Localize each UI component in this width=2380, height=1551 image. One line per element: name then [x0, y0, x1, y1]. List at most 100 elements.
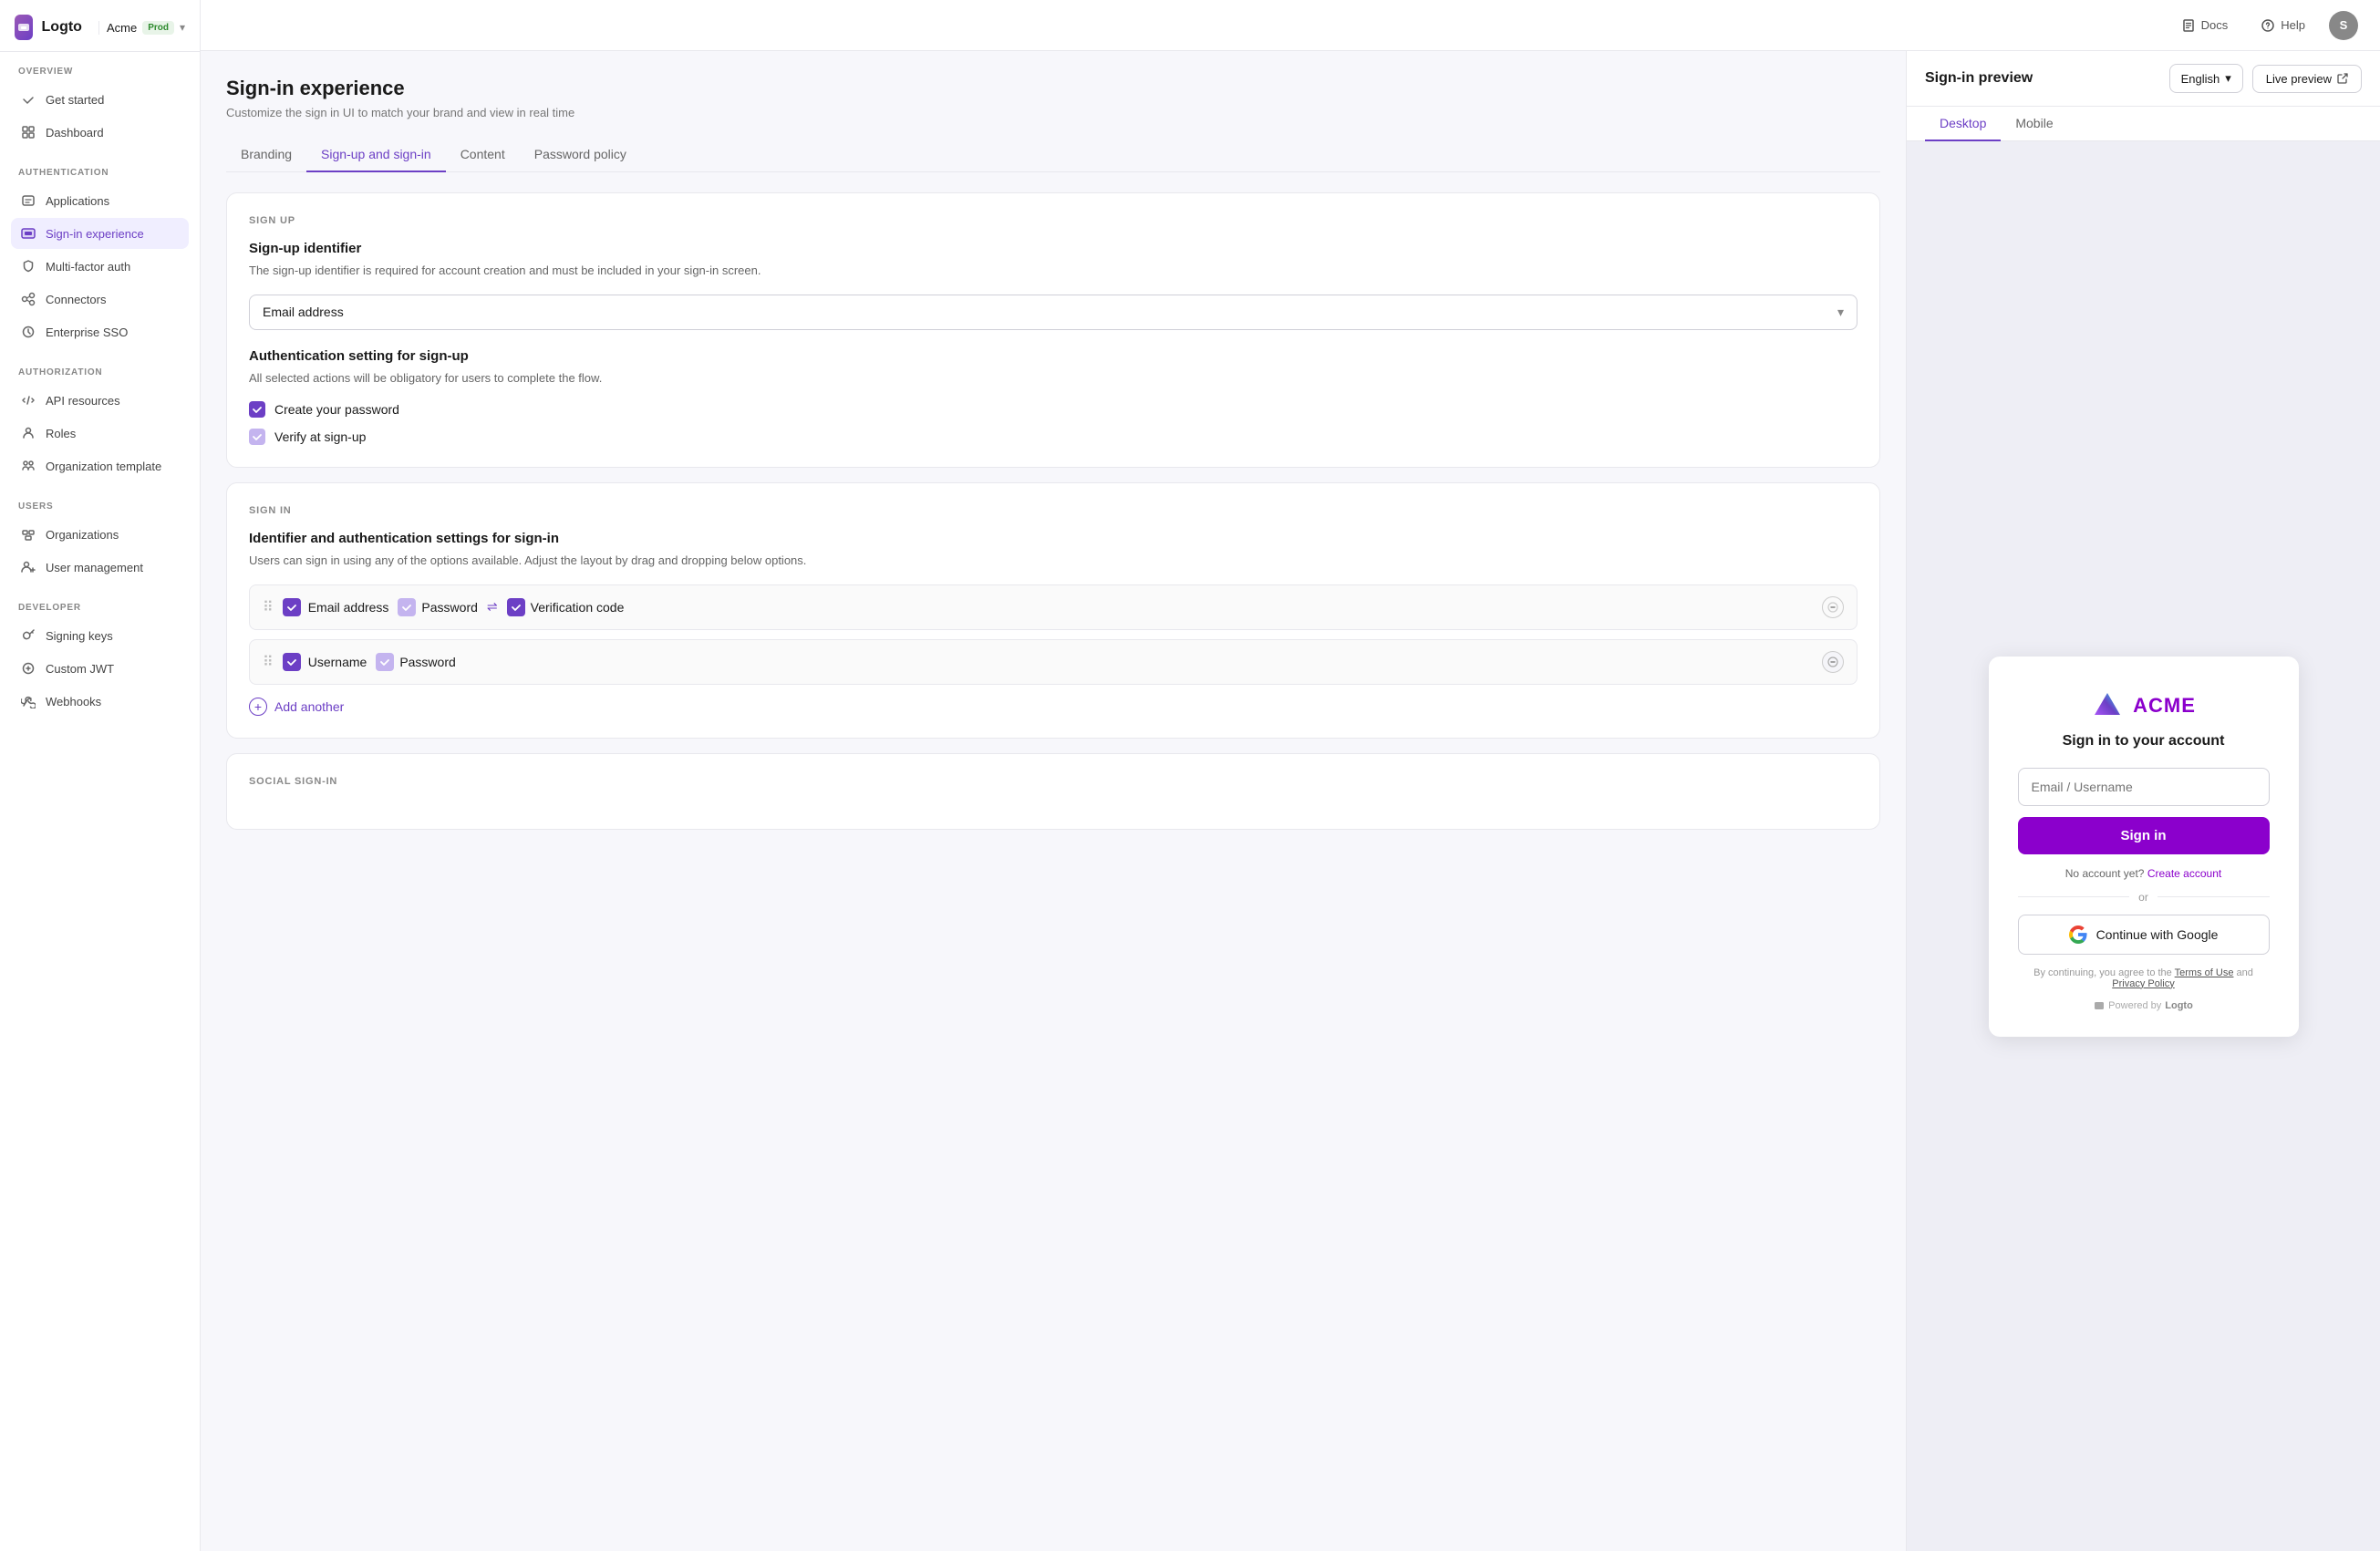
identifier-value: Email address [263, 305, 344, 319]
help-button[interactable]: Help [2251, 13, 2314, 38]
tab-content[interactable]: Content [446, 138, 520, 172]
sidebar-item-connectors[interactable]: Connectors [11, 284, 189, 315]
tab-signup-signin[interactable]: Sign-up and sign-in [306, 138, 446, 172]
signin-row-email: ⠿ Email address Password [249, 584, 1857, 630]
swap-icon[interactable]: ⇌ [487, 599, 498, 615]
preview-tab-desktop[interactable]: Desktop [1925, 107, 2001, 141]
social-section-label: SOCIAL SIGN-IN [249, 776, 1857, 787]
terms-link[interactable]: Terms of Use [2175, 967, 2234, 978]
signin-title: Identifier and authentication settings f… [249, 531, 1857, 546]
create-account-link[interactable]: Create account [2147, 867, 2221, 880]
method-option-password: Password [398, 598, 477, 616]
sidebar-item-dashboard[interactable]: Dashboard [11, 117, 189, 148]
signin-card: SIGN IN Identifier and authentication se… [226, 482, 1880, 739]
remove-row-button[interactable] [1822, 596, 1844, 618]
signin-row-username: ⠿ Username Password [249, 639, 1857, 685]
api-resources-icon [20, 392, 36, 408]
chevron-down-icon: ▾ [2225, 71, 2231, 86]
sidebar-item-signin-experience[interactable]: Sign-in experience [11, 218, 189, 249]
chevron-down-icon[interactable]: ▾ [180, 21, 185, 34]
sidebar-item-mfa[interactable]: Multi-factor auth [11, 251, 189, 282]
auth-setting-title: Authentication setting for sign-up [249, 348, 1857, 364]
preview-title: Sign-in preview [1925, 70, 2033, 87]
overview-section-label: OVERVIEW [11, 67, 189, 84]
sidebar-item-label: Organizations [46, 528, 119, 542]
sidebar-item-api-resources[interactable]: API resources [11, 385, 189, 416]
applications-icon [20, 192, 36, 209]
sidebar-item-label: Get started [46, 93, 104, 107]
preview-brand-name: ACME [2133, 694, 2196, 718]
add-icon: + [249, 698, 267, 716]
docs-button[interactable]: Docs [2172, 13, 2238, 38]
language-selector[interactable]: English ▾ [2169, 64, 2243, 93]
preview-divider: or [2018, 891, 2270, 904]
privacy-link[interactable]: Privacy Policy [2112, 978, 2174, 989]
method-option-verif-code: Verification code [507, 598, 625, 616]
preview-email-input[interactable] [2018, 768, 2270, 806]
google-btn-label: Continue with Google [2096, 927, 2219, 942]
preview-logo: ACME [2018, 689, 2270, 722]
sidebar-item-custom-jwt[interactable]: Custom JWT [11, 653, 189, 684]
sidebar-item-signing-keys[interactable]: Signing keys [11, 620, 189, 651]
method-name-password: Password [421, 600, 477, 615]
remove-row2-button[interactable] [1822, 651, 1844, 673]
sidebar-item-label: Enterprise SSO [46, 326, 128, 339]
sidebar-item-user-management[interactable]: User management [11, 552, 189, 583]
signup-card: SIGN UP Sign-up identifier The sign-up i… [226, 192, 1880, 468]
checkbox-icon [249, 429, 265, 445]
tab-branding[interactable]: Branding [226, 138, 306, 172]
signup-title: Sign-up identifier [249, 241, 1857, 256]
user-avatar[interactable]: S [2329, 11, 2358, 40]
drag-handle-icon[interactable]: ⠿ [263, 598, 274, 616]
sidebar-item-label: Multi-factor auth [46, 260, 130, 274]
sidebar-item-label: Connectors [46, 293, 106, 306]
sidebar-item-get-started[interactable]: Get started [11, 84, 189, 115]
create-password-checkbox[interactable]: Create your password [249, 401, 1857, 418]
add-another-button[interactable]: + Add another [249, 698, 1857, 716]
page-title: Sign-in experience [226, 77, 1880, 100]
preview-tab-mobile[interactable]: Mobile [2001, 107, 2067, 141]
identifier-select[interactable]: Email address ▾ [249, 295, 1857, 330]
sidebar-item-roles[interactable]: Roles [11, 418, 189, 449]
preview-signin-title: Sign in to your account [2018, 733, 2270, 750]
sidebar-item-org-template[interactable]: Organization template [11, 450, 189, 481]
sidebar-item-webhooks[interactable]: Webhooks [11, 686, 189, 717]
page-subtitle: Customize the sign in UI to match your b… [226, 106, 1880, 119]
preview-header: Sign-in preview English ▾ Live preview [1907, 51, 2380, 107]
sidebar: Logto Acme Prod ▾ OVERVIEW Get started D… [0, 0, 201, 1551]
authorization-section-label: AUTHORIZATION [11, 367, 189, 385]
custom-jwt-icon [20, 660, 36, 677]
method-check-icon [283, 598, 301, 616]
preview-google-button[interactable]: Continue with Google [2018, 915, 2270, 955]
verify-signup-checkbox[interactable]: Verify at sign-up [249, 429, 1857, 445]
drag-handle-icon[interactable]: ⠿ [263, 653, 274, 671]
sidebar-item-label: User management [46, 561, 143, 574]
main-tabs: Branding Sign-up and sign-in Content Pas… [226, 138, 1880, 172]
sidebar-item-enterprise-sso[interactable]: Enterprise SSO [11, 316, 189, 347]
verif-code-check-icon [507, 598, 525, 616]
method-badge-username: Username [283, 653, 367, 671]
sidebar-authorization-section: AUTHORIZATION API resources Roles Organi… [0, 353, 200, 487]
sidebar-item-label: Applications [46, 194, 109, 208]
signin-preview-card: ACME Sign in to your account Sign in No … [1989, 657, 2299, 1037]
org-selector[interactable]: Acme Prod ▾ [98, 21, 185, 35]
identifier-select-wrapper: Email address ▾ [249, 295, 1857, 330]
live-preview-button[interactable]: Live preview [2252, 65, 2362, 93]
preview-controls: English ▾ Live preview [2169, 64, 2362, 93]
signup-section-label: SIGN UP [249, 215, 1857, 226]
docs-label: Docs [2201, 18, 2229, 32]
left-panel: Sign-in experience Customize the sign in… [201, 51, 1906, 1551]
org-badge: Prod [142, 21, 174, 35]
live-preview-label: Live preview [2266, 72, 2332, 86]
tab-password-policy[interactable]: Password policy [520, 138, 641, 172]
sidebar-users-section: USERS Organizations User management [0, 487, 200, 588]
method-check-icon [283, 653, 301, 671]
divider-text: or [2138, 891, 2148, 904]
user-management-icon [20, 559, 36, 575]
preview-signin-button[interactable]: Sign in [2018, 817, 2270, 854]
organizations-icon [20, 526, 36, 543]
sidebar-item-organizations[interactable]: Organizations [11, 519, 189, 550]
sidebar-item-applications[interactable]: Applications [11, 185, 189, 216]
sidebar-overview-section: OVERVIEW Get started Dashboard [0, 52, 200, 153]
main-area: Docs Help S Sign-in experience Customize… [201, 0, 2380, 1551]
